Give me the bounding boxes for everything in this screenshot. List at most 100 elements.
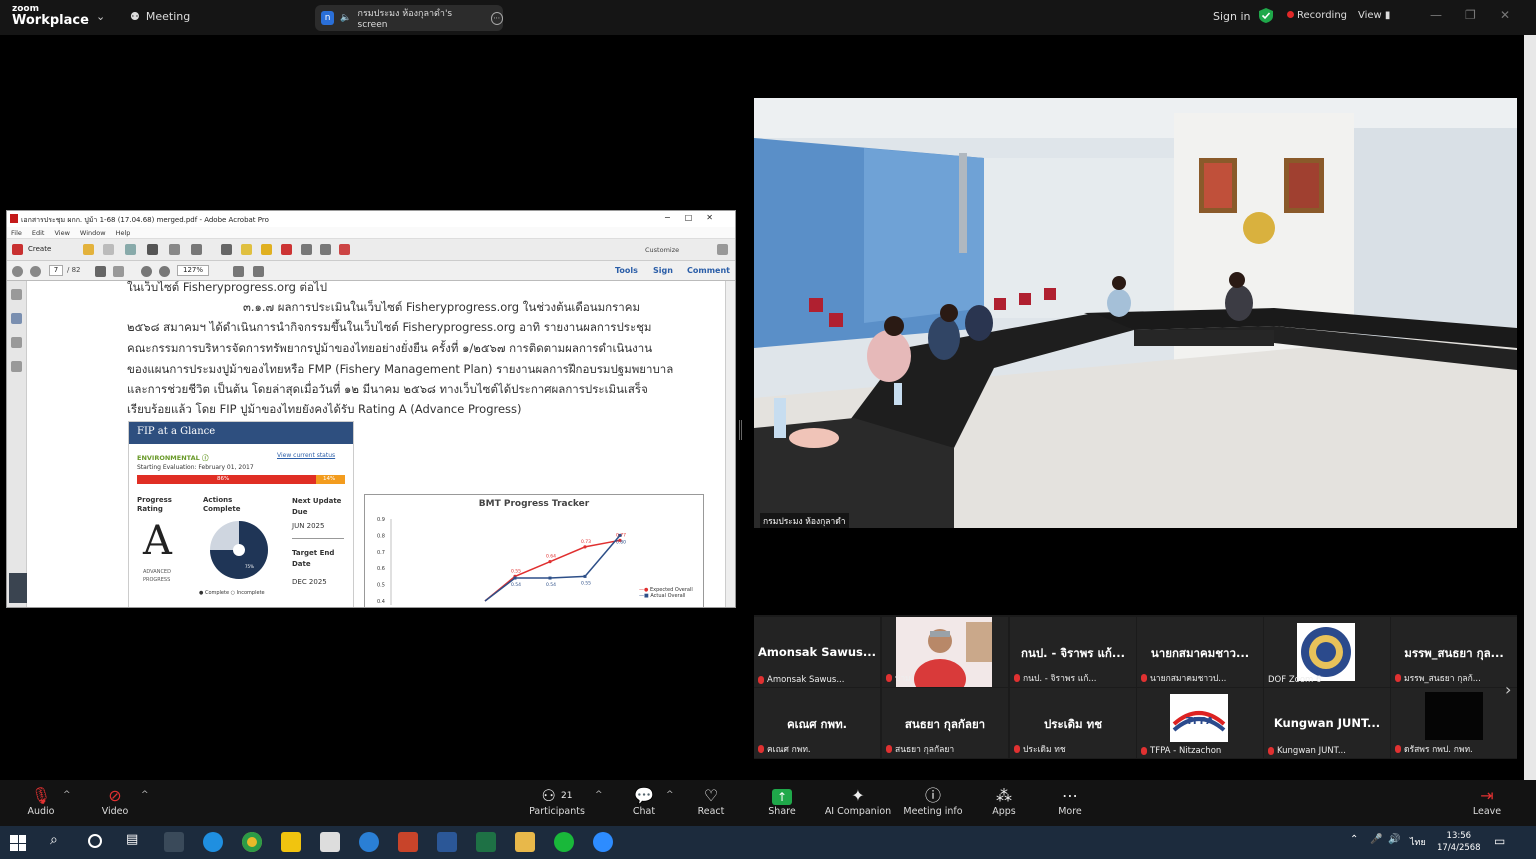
page-up-icon[interactable] <box>12 266 23 277</box>
leave-button[interactable]: ⇥ Leave <box>1452 786 1522 817</box>
create-button[interactable]: Create <box>28 245 51 253</box>
window-controls[interactable]: −□✕ <box>664 213 727 222</box>
menu-window[interactable]: Window <box>80 229 106 238</box>
security-shield-icon[interactable] <box>1259 8 1273 23</box>
pdf-scrollbar[interactable] <box>725 281 735 607</box>
mic-tray-icon[interactable]: 🎤 <box>1370 834 1382 845</box>
attach-icon[interactable] <box>301 244 312 255</box>
signature-icon[interactable] <box>11 361 22 372</box>
taskbar-clock[interactable]: 13:56 17/4/2568 <box>1437 830 1481 854</box>
share-button[interactable]: ↑ Share <box>747 786 817 817</box>
ie-icon[interactable] <box>359 832 379 852</box>
stamp-icon[interactable] <box>281 244 292 255</box>
chevron-down-icon[interactable]: ⌄ <box>96 10 105 23</box>
participant-tile[interactable]: มรรพ_สนธยา กุล... มรรพ_สนธยา กุลก้... <box>1391 617 1517 687</box>
restore-icon[interactable]: ❐ <box>1465 8 1476 22</box>
language-indicator[interactable]: ไทย <box>1410 835 1426 849</box>
cloud-icon[interactable] <box>125 244 136 255</box>
gallery-next-icon[interactable]: › <box>1505 680 1511 699</box>
meeting-info-button[interactable]: ⓘ Meeting info <box>898 786 968 817</box>
mail-icon[interactable] <box>320 832 340 852</box>
video-button[interactable]: ⊘ Video <box>80 786 150 817</box>
store-icon[interactable] <box>281 832 301 852</box>
screen-share-indicator[interactable]: n 🔈 กรมประมง ห้องกุลาดำ's screen ⋯ <box>315 5 503 31</box>
view-menu[interactable]: View ▮ <box>1358 10 1390 21</box>
hand-tool-icon[interactable] <box>113 266 124 277</box>
save-icon[interactable] <box>103 244 114 255</box>
split-drag-handle[interactable] <box>739 420 742 440</box>
folder-icon[interactable] <box>83 244 94 255</box>
close-icon[interactable]: ✕ <box>1500 8 1510 22</box>
volume-icon[interactable]: 🔊 <box>1388 834 1400 845</box>
participant-tile[interactable]: ประเดิม ทช ประเดิม ทช <box>1010 688 1136 758</box>
attachment-icon[interactable] <box>11 337 22 348</box>
participant-tile[interactable]: Amonsak Sawus... Amonsak Sawus... <box>754 617 880 687</box>
page-number-input[interactable]: 7 <box>49 265 63 276</box>
zoom-level-input[interactable]: 127% <box>177 265 209 276</box>
more-options-icon[interactable]: ⋯ <box>490 11 503 25</box>
audio-options-caret[interactable]: ^ <box>63 790 71 800</box>
sign-in-link[interactable]: Sign in <box>1213 10 1251 23</box>
customize-dropdown[interactable]: Customize <box>645 246 679 254</box>
apps-button[interactable]: ⁂ Apps <box>969 786 1039 817</box>
powerpoint-icon[interactable] <box>398 832 418 852</box>
tray-chevron-icon[interactable]: ⌃ <box>1350 834 1358 845</box>
participant-tile[interactable]: ดรัสพร กพป. กพท. <box>1391 688 1517 758</box>
fit-page-icon[interactable] <box>233 266 244 277</box>
ai-companion-button[interactable]: ✦ AI Companion <box>823 786 893 817</box>
edit-icon[interactable] <box>169 244 180 255</box>
participant-tile[interactable]: TFPA TFPA - Nitzachon <box>1137 688 1263 758</box>
zoom-out-icon[interactable] <box>141 266 152 277</box>
comment-bubble-icon[interactable] <box>241 244 252 255</box>
chrome-icon[interactable] <box>242 832 262 852</box>
notification-icon[interactable]: ▭ <box>1494 834 1505 848</box>
line-icon[interactable] <box>554 832 574 852</box>
file-explorer-icon[interactable] <box>515 832 535 852</box>
participants-options-caret[interactable]: ^ <box>595 790 603 800</box>
participant-tile[interactable]: กนป. - จิราพร แก้... กนป. - จิราพร แก้... <box>1010 617 1136 687</box>
highlight-icon[interactable] <box>261 244 272 255</box>
edge-icon[interactable] <box>203 832 223 852</box>
recording-indicator[interactable]: Recording <box>1287 10 1347 21</box>
participant-tile[interactable]: นายกสมาคมชาว... นายกสมาคมชาวป... <box>1137 617 1263 687</box>
menu-file[interactable]: File <box>11 229 22 238</box>
video-options-caret[interactable]: ^ <box>141 790 149 800</box>
app-icon[interactable] <box>164 832 184 852</box>
chat-options-caret[interactable]: ^ <box>666 790 674 800</box>
participant-tile[interactable]: ป่าม <box>882 617 1008 687</box>
settings-icon[interactable] <box>221 244 232 255</box>
participant-tile[interactable]: Kungwan JUNT... Kungwan JUNT... <box>1264 688 1390 758</box>
task-view-icon[interactable]: ▤ <box>126 832 138 847</box>
participant-tile[interactable]: คเณศ กพท. คเณศ กพท. <box>754 688 880 758</box>
meeting-menu[interactable]: ⚉ Meeting <box>130 10 190 23</box>
more-button[interactable]: ⋯ More <box>1035 786 1105 817</box>
tools-tab[interactable]: Tools <box>615 266 638 275</box>
cortana-icon[interactable] <box>88 834 102 848</box>
search-icon[interactable]: ⌕ <box>50 832 58 848</box>
sign-tab[interactable]: Sign <box>653 266 673 275</box>
participant-tile[interactable]: DOF Zoom 6 <box>1264 617 1390 687</box>
select-cursor-icon[interactable] <box>95 266 106 277</box>
menu-edit[interactable]: Edit <box>32 229 45 238</box>
redact-icon[interactable] <box>339 244 350 255</box>
bookmark-icon[interactable] <box>11 313 22 324</box>
windows-start-icon[interactable] <box>10 835 26 851</box>
menu-view[interactable]: View <box>54 229 69 238</box>
page-thumbnails-icon[interactable] <box>11 289 22 300</box>
comment-tab[interactable]: Comment <box>687 266 730 275</box>
participants-button[interactable]: ⚇ 21 Participants <box>522 786 592 817</box>
page-down-icon[interactable] <box>30 266 41 277</box>
zoom-in-icon[interactable] <box>159 266 170 277</box>
excel-icon[interactable] <box>476 832 496 852</box>
react-button[interactable]: ♡ React <box>676 786 746 817</box>
zoom-app-icon[interactable] <box>593 832 613 852</box>
email-icon[interactable] <box>191 244 202 255</box>
minimize-icon[interactable]: — <box>1430 8 1442 22</box>
fullscreen-icon[interactable] <box>253 266 264 277</box>
print-icon[interactable] <box>147 244 158 255</box>
expand-icon[interactable] <box>717 244 728 255</box>
menu-help[interactable]: Help <box>116 229 131 238</box>
pages-icon[interactable] <box>320 244 331 255</box>
word-icon[interactable] <box>437 832 457 852</box>
view-status-link[interactable]: View current status <box>277 452 335 459</box>
